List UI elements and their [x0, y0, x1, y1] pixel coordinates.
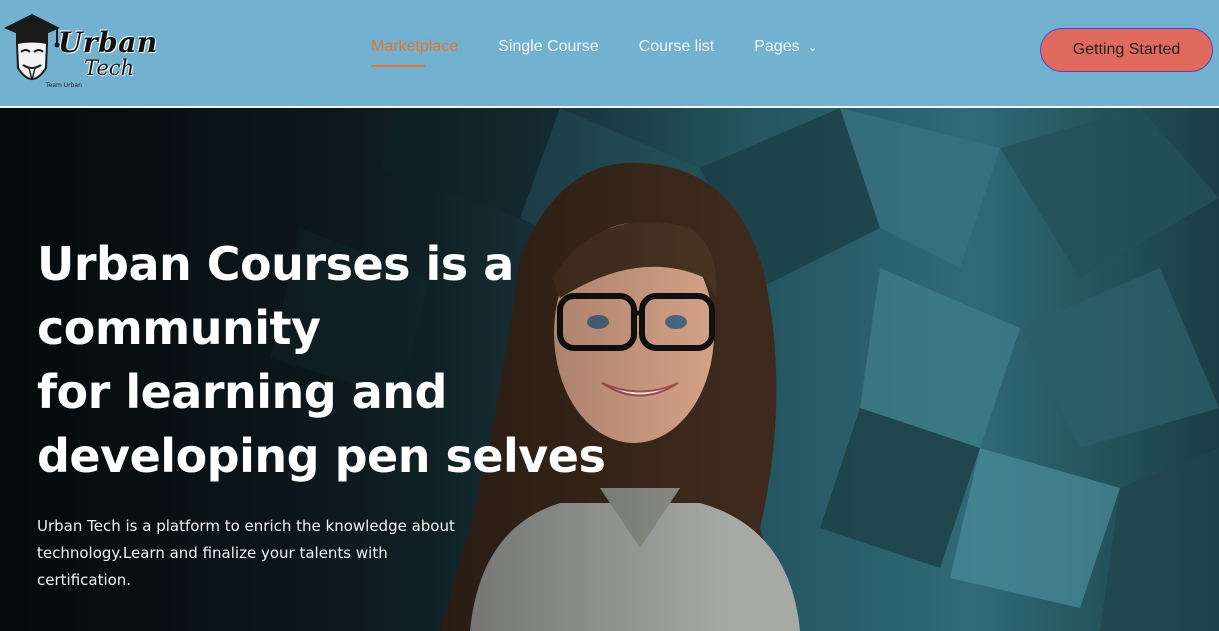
hero-headline-line: community	[37, 301, 321, 355]
logo-tagline: Team Urban	[46, 82, 82, 89]
hero-description-line: technology.Learn and finalize your talen…	[37, 544, 388, 562]
chevron-down-icon: ⌄	[808, 42, 818, 54]
logo[interactable]: Urban Tech Team Urban	[2, 10, 157, 92]
nav-item-label: Single Course	[498, 38, 599, 55]
hero-description-line: certification.	[37, 571, 132, 589]
nav-item-course-list[interactable]: Course list	[639, 38, 715, 68]
getting-started-button[interactable]: Getting Started	[1040, 28, 1213, 72]
hero-headline: Urban Courses is a community for learnin…	[37, 232, 637, 488]
logo-subtitle: Tech	[84, 56, 135, 80]
main-nav: Marketplace Single Course Course list Pa…	[371, 38, 857, 68]
nav-item-label: Pages	[754, 38, 800, 55]
hero-headline-line: developing pen selves	[37, 429, 606, 483]
nav-item-label: Course list	[638, 38, 715, 55]
site-header: Urban Tech Team Urban Marketplace Single…	[0, 0, 1219, 108]
nav-item-pages[interactable]: Pages ⌄	[754, 38, 817, 68]
nav-item-single-course[interactable]: Single Course	[498, 38, 599, 68]
nav-item-marketplace[interactable]: Marketplace	[371, 38, 458, 68]
getting-started-label: Getting Started	[1072, 41, 1181, 58]
hero-headline-line: Urban Courses is a	[37, 237, 514, 291]
graduation-cap-mask-icon	[4, 14, 60, 81]
nav-item-label: Marketplace	[371, 38, 459, 55]
hero-description-line: Urban Tech is a platform to enrich the k…	[37, 517, 455, 535]
logo-title: Urban	[58, 26, 158, 59]
hero-headline-line: for learning and	[37, 365, 447, 419]
hero-description: Urban Tech is a platform to enrich the k…	[37, 513, 477, 594]
hero-section: Urban Courses is a community for learnin…	[0, 108, 1219, 631]
